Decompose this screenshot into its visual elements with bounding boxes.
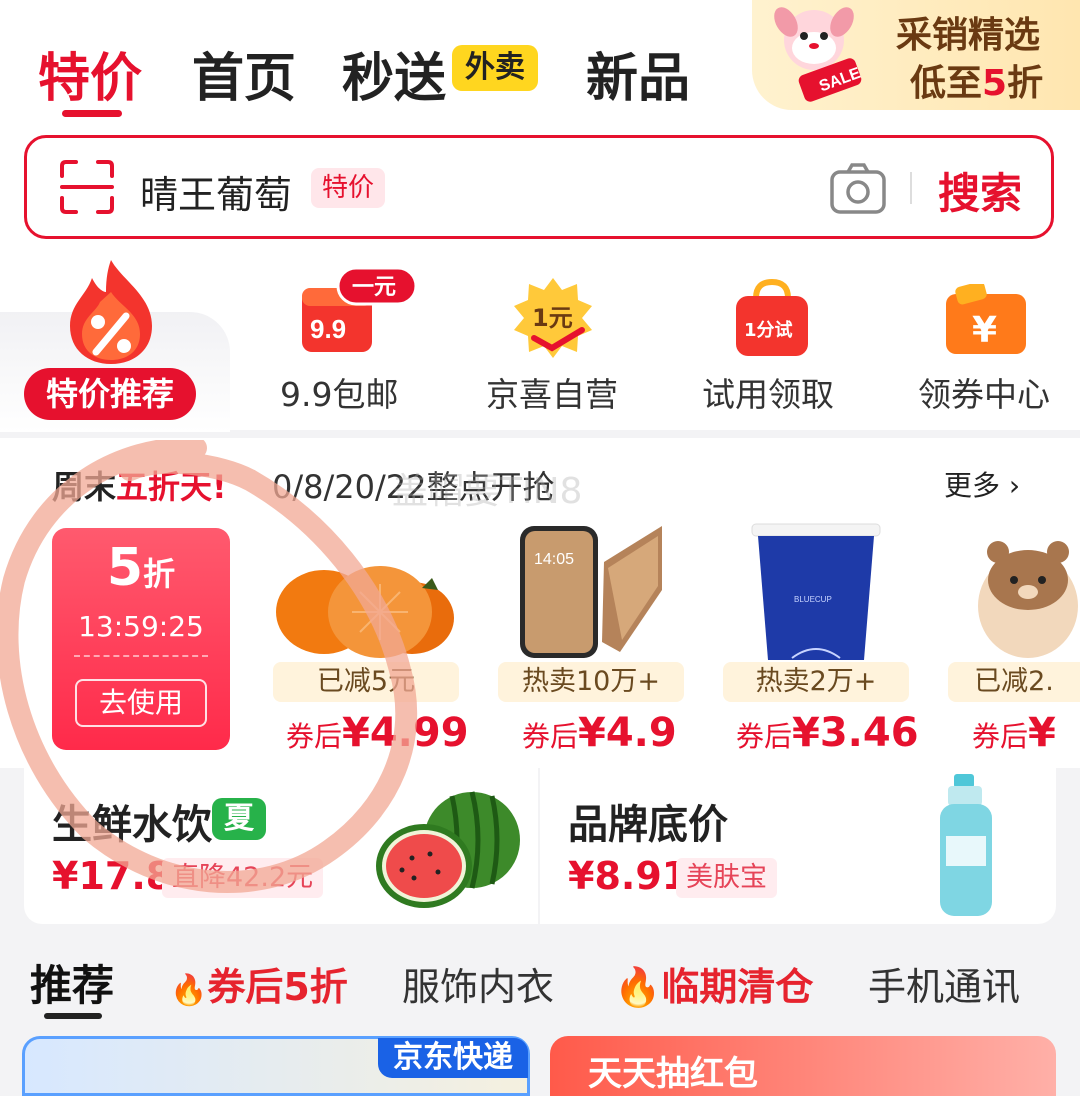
bottom-tab-coupon-half[interactable]: 🔥券后5折: [170, 956, 348, 1011]
svg-text:1元: 1元: [532, 304, 573, 332]
scan-icon[interactable]: [58, 158, 116, 216]
product-price: 券后¥3.46: [736, 710, 919, 756]
redpacket-banner-label: 天天抽红包: [588, 1054, 758, 1094]
tab-tejia[interactable]: 特价: [38, 36, 142, 111]
more-link[interactable]: 更多 ›: [944, 464, 1020, 504]
product-image-bear[interactable]: [978, 540, 1080, 660]
card-brand-price: ¥8.91: [568, 854, 689, 898]
coupon-timer: 13:59:25: [78, 610, 204, 643]
chevron-right-icon: ›: [1008, 469, 1021, 502]
promo-title: 采销精选: [896, 15, 1041, 56]
product-price: 券后¥: [972, 710, 1056, 756]
percent-fire-icon[interactable]: [62, 256, 160, 366]
camera-icon[interactable]: [828, 160, 888, 216]
waimai-badge: 外卖: [452, 45, 538, 91]
weekend-title: 周末五折天!: [52, 468, 227, 506]
tab-miaosong[interactable]: 秒送: [342, 36, 446, 111]
watermark: 盖帽要TIN8: [392, 471, 583, 512]
product-image-phone[interactable]: 14:05: [512, 522, 668, 660]
bottom-tab-clearance[interactable]: 🔥临期清仓: [614, 956, 813, 1011]
card-brand-title: 品牌底价: [568, 802, 728, 848]
promo-subtitle: 低至5折: [910, 63, 1044, 104]
product-image-cup[interactable]: BLUECUP: [748, 522, 884, 662]
bottom-tab-indicator: [44, 1013, 102, 1019]
product-image-persimmon[interactable]: [272, 566, 460, 658]
svg-text:一元: 一元: [352, 275, 396, 300]
card-fresh-title: 生鲜水饮: [52, 802, 212, 848]
bottom-tab-recommend[interactable]: 推荐: [30, 952, 114, 1013]
svg-text:14:05: 14:05: [534, 551, 574, 568]
season-badge: 夏: [212, 798, 266, 840]
search-input[interactable]: 晴王葡萄: [140, 164, 292, 219]
active-tab-indicator: [62, 110, 122, 117]
product-price: 券后¥4.9: [522, 710, 677, 756]
card-brand-chip: 美肤宝: [676, 858, 777, 898]
coupon-divider: [74, 655, 208, 657]
percent-fire-icon: 🔥: [170, 973, 208, 1008]
product-image-bottle: [940, 774, 992, 916]
product-tag: 热卖10万+: [498, 662, 684, 702]
product-tag: 热卖2万+: [723, 662, 909, 702]
bottom-tab-phones[interactable]: 手机通讯: [868, 956, 1020, 1011]
svg-text:BLUECUP: BLUECUP: [794, 595, 832, 604]
express-banner-label: 京东快递: [378, 1038, 528, 1078]
1yuan-starburst-icon[interactable]: 1元: [512, 276, 594, 360]
product-price: 券后¥4.99: [286, 710, 469, 756]
category-coupon[interactable]: 领券中心: [918, 368, 1050, 416]
category-trial[interactable]: 试用领取: [702, 368, 834, 416]
card-fresh-price: ¥17.8: [52, 854, 173, 898]
mascot-dog-icon: SALE: [774, 7, 863, 102]
search-divider: [910, 172, 912, 204]
product-tag: 已减5元: [273, 662, 459, 702]
tab-new[interactable]: 新品: [586, 36, 690, 111]
tab-home[interactable]: 首页: [192, 36, 296, 111]
use-coupon-button[interactable]: 去使用: [75, 679, 207, 727]
search-button[interactable]: 搜索: [938, 160, 1022, 221]
category-hot[interactable]: 特价推荐: [24, 368, 196, 420]
search-tag: 特价: [311, 168, 385, 208]
bottom-tab-apparel[interactable]: 服饰内衣: [402, 956, 554, 1011]
svg-text:¥: ¥: [972, 310, 997, 351]
yen-coupon-icon[interactable]: ¥: [946, 284, 1026, 356]
9.9-gift-icon[interactable]: 9.9 一元: [302, 268, 418, 358]
product-tag: 已减2.: [948, 662, 1080, 702]
card-fresh-chip: 直降42.2元: [162, 858, 324, 898]
product-image-watermelon: [376, 791, 520, 908]
coupon-discount: 5折: [106, 538, 176, 598]
trial-bag-icon[interactable]: 1分试: [734, 278, 810, 358]
svg-text:9.9: 9.9: [310, 314, 346, 344]
svg-text:1分试: 1分试: [744, 319, 793, 341]
category-9.9[interactable]: 9.9包邮: [280, 368, 398, 416]
category-jingxi[interactable]: 京喜自营: [486, 368, 618, 416]
fire-icon: 🔥: [614, 965, 662, 1009]
